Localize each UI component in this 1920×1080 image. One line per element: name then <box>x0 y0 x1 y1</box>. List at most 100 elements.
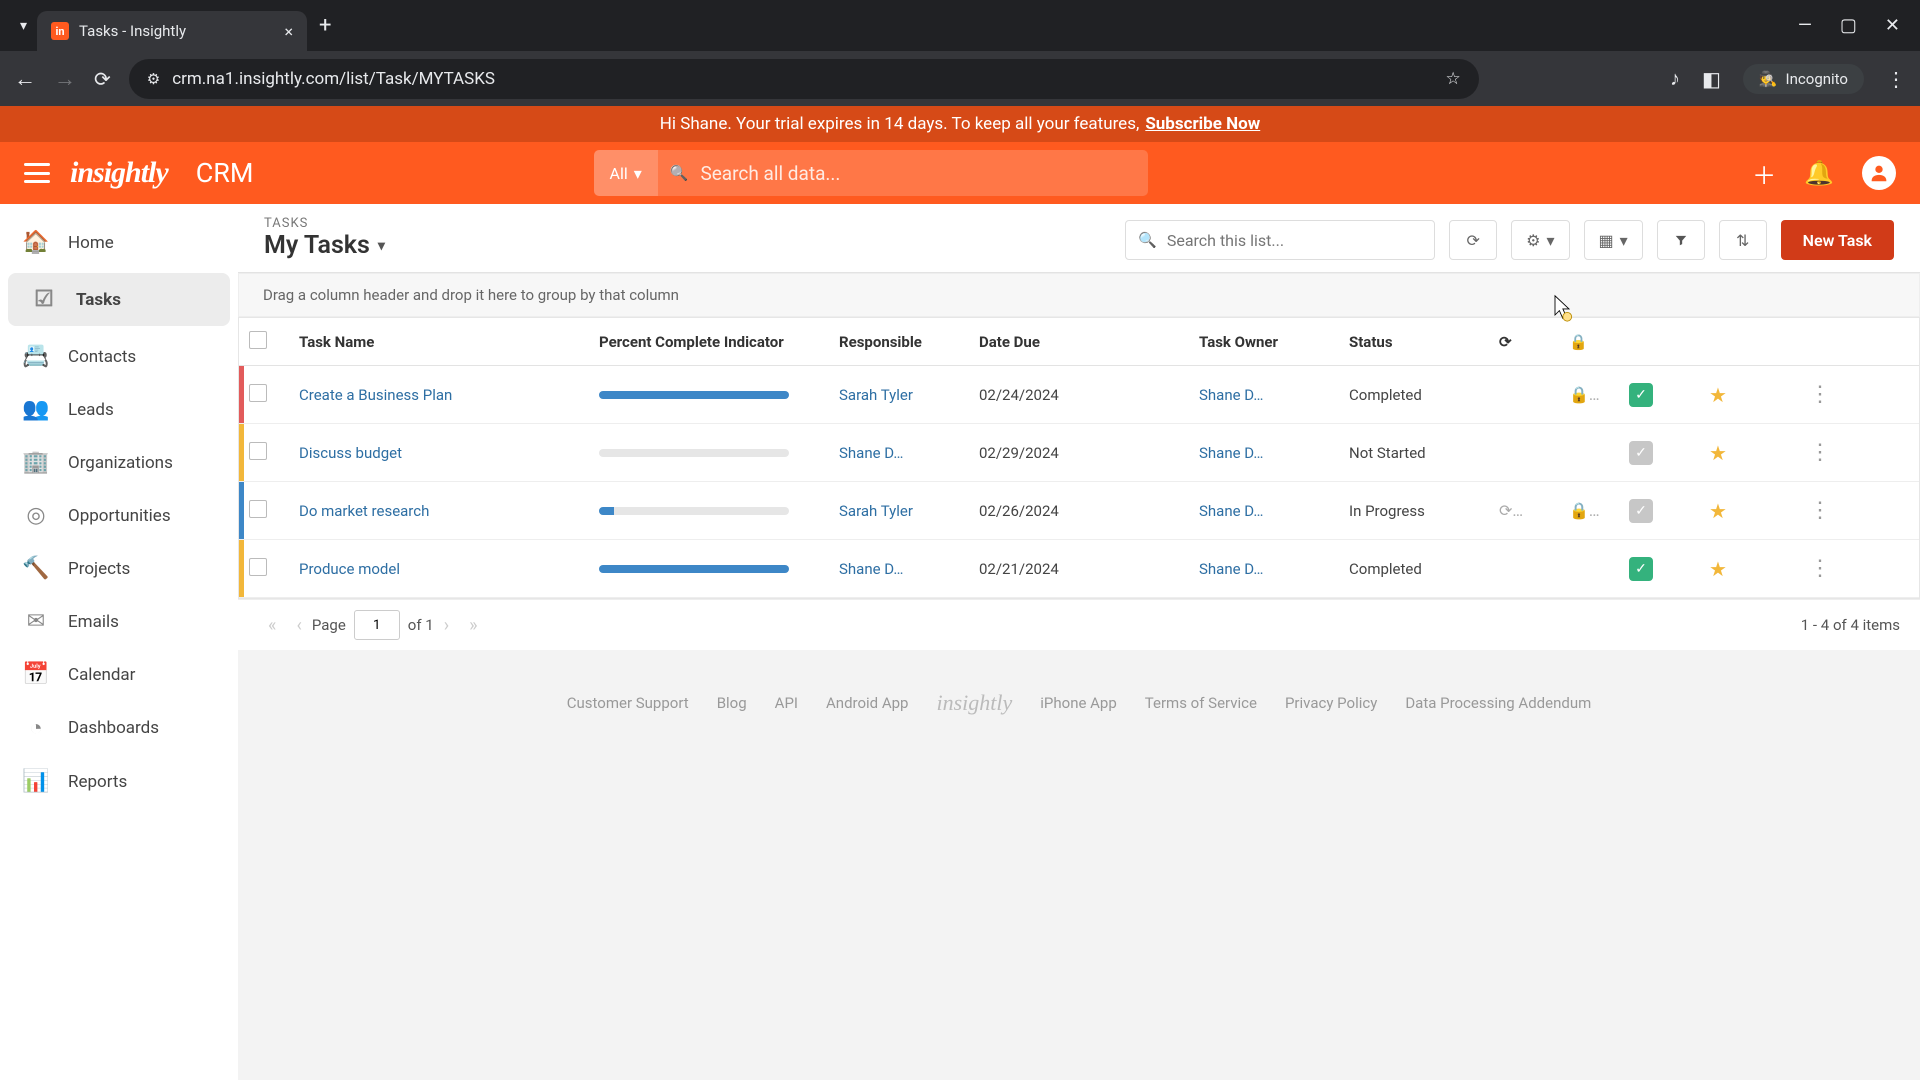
brand-logo[interactable]: insightly <box>70 156 168 190</box>
col-percent[interactable]: Percent Complete Indicator <box>589 333 829 351</box>
subscribe-link[interactable]: Subscribe Now <box>1145 114 1260 134</box>
col-task-owner[interactable]: Task Owner <box>1189 333 1339 351</box>
responsible-link[interactable]: Sarah Tyler <box>839 502 913 520</box>
footer-link[interactable]: Privacy Policy <box>1285 694 1377 712</box>
sidebar-item-calendar[interactable]: 📅Calendar <box>0 648 238 701</box>
sidebar-item-leads[interactable]: 👥Leads <box>0 383 238 436</box>
footer-link[interactable]: Terms of Service <box>1145 694 1257 712</box>
table-row[interactable]: Create a Business Plan Sarah Tyler 02/24… <box>239 366 1919 424</box>
add-button[interactable]: ＋ <box>1752 156 1776 191</box>
new-tab-button[interactable]: + <box>319 13 331 38</box>
global-search-input[interactable] <box>688 150 1148 196</box>
page-title[interactable]: My Tasks ▾ <box>264 231 385 260</box>
pager-next[interactable]: › <box>434 615 459 636</box>
browser-menu-icon[interactable]: ⋮ <box>1886 67 1906 91</box>
row-menu-icon[interactable]: ⋮ <box>1809 440 1831 465</box>
sidebar-item-contacts[interactable]: 📇Contacts <box>0 330 238 383</box>
pager-last[interactable]: » <box>459 615 487 636</box>
table-row[interactable]: Do market research Sarah Tyler 02/26/202… <box>239 482 1919 540</box>
new-task-button[interactable]: New Task <box>1781 220 1894 260</box>
footer-link[interactable]: Android App <box>826 694 908 712</box>
table-row[interactable]: Produce model Shane D… 02/21/2024 Shane … <box>239 540 1919 598</box>
window-maximize-icon[interactable]: ▢ <box>1840 15 1857 36</box>
address-bar[interactable]: ⚙ crm.na1.insightly.com/list/Task/MYTASK… <box>129 59 1479 99</box>
incognito-badge[interactable]: 🕵 Incognito <box>1743 64 1864 94</box>
row-menu-icon[interactable]: ⋮ <box>1809 382 1831 407</box>
select-all-checkbox[interactable] <box>249 331 267 349</box>
footer-link[interactable]: API <box>775 694 798 712</box>
responsible-link[interactable]: Shane D… <box>839 444 903 462</box>
sort-button[interactable]: ⇅ <box>1719 220 1767 260</box>
complete-toggle[interactable]: ✓ <box>1629 383 1653 407</box>
row-checkbox[interactable] <box>249 442 267 460</box>
settings-button[interactable]: ⚙ ▾ <box>1511 220 1569 260</box>
owner-link[interactable]: Shane D… <box>1199 560 1263 578</box>
site-settings-icon[interactable]: ⚙ <box>147 70 160 88</box>
task-name-link[interactable]: Do market research <box>299 502 429 520</box>
owner-link[interactable]: Shane D… <box>1199 502 1263 520</box>
search-scope-dropdown[interactable]: All ▾ <box>594 150 658 196</box>
star-icon[interactable]: ★ <box>1709 557 1727 581</box>
pager-first[interactable]: « <box>258 615 286 636</box>
notifications-icon[interactable]: 🔔 <box>1804 159 1834 187</box>
task-name-link[interactable]: Discuss budget <box>299 444 402 462</box>
sidepanel-icon[interactable]: ◧ <box>1702 67 1721 91</box>
back-button[interactable]: ← <box>14 66 36 92</box>
sidebar-item-organizations[interactable]: 🏢Organizations <box>0 436 238 489</box>
media-control-icon[interactable]: ♪ <box>1670 66 1680 91</box>
col-status[interactable]: Status <box>1339 333 1489 351</box>
owner-link[interactable]: Shane D… <box>1199 386 1263 404</box>
footer-link[interactable]: iPhone App <box>1040 694 1117 712</box>
pager-page-input[interactable] <box>354 610 400 640</box>
owner-link[interactable]: Shane D… <box>1199 444 1263 462</box>
row-checkbox[interactable] <box>249 500 267 518</box>
close-tab-icon[interactable]: × <box>284 22 293 41</box>
refresh-button[interactable]: ⟳ <box>1449 220 1497 260</box>
sidebar-item-opportunities[interactable]: ◎Opportunities <box>0 489 238 542</box>
row-checkbox[interactable] <box>249 384 267 402</box>
window-close-icon[interactable]: ✕ <box>1885 15 1900 36</box>
sidebar-item-projects[interactable]: 🔨Projects <box>0 542 238 595</box>
row-menu-icon[interactable]: ⋮ <box>1809 556 1831 581</box>
task-name-link[interactable]: Create a Business Plan <box>299 386 452 404</box>
complete-toggle[interactable]: ✓ <box>1629 499 1653 523</box>
col-visibility-icon[interactable]: 🔒 <box>1559 333 1619 351</box>
pager-prev[interactable]: ‹ <box>286 615 311 636</box>
col-date-due[interactable]: Date Due <box>969 333 1189 351</box>
complete-toggle[interactable]: ✓ <box>1629 441 1653 465</box>
user-avatar[interactable] <box>1862 156 1896 190</box>
responsible-link[interactable]: Sarah Tyler <box>839 386 913 404</box>
table-row[interactable]: Discuss budget Shane D… 02/29/2024 Shane… <box>239 424 1919 482</box>
footer-link[interactable]: Data Processing Addendum <box>1405 694 1591 712</box>
footer-link[interactable]: Customer Support <box>567 694 689 712</box>
star-icon[interactable]: ★ <box>1709 441 1727 465</box>
tab-list-dropdown[interactable]: ▾ <box>10 18 37 34</box>
bookmark-icon[interactable]: ☆ <box>1446 69 1461 89</box>
sidebar-item-dashboards[interactable]: ◔Dashboards <box>0 701 238 755</box>
responsible-link[interactable]: Shane D… <box>839 560 903 578</box>
window-minimize-icon[interactable]: — <box>1798 15 1812 36</box>
row-accent <box>239 424 244 481</box>
list-search-input[interactable] <box>1167 231 1422 250</box>
browser-tab[interactable]: in Tasks - Insightly × <box>37 11 307 51</box>
row-checkbox[interactable] <box>249 558 267 576</box>
row-menu-icon[interactable]: ⋮ <box>1809 498 1831 523</box>
star-icon[interactable]: ★ <box>1709 383 1727 407</box>
reload-button[interactable]: ⟳ <box>94 67 111 91</box>
complete-toggle[interactable]: ✓ <box>1629 557 1653 581</box>
filter-button[interactable] <box>1657 220 1705 260</box>
sidebar-item-emails[interactable]: ✉Emails <box>0 595 238 648</box>
task-name-link[interactable]: Produce model <box>299 560 400 578</box>
star-icon[interactable]: ★ <box>1709 499 1727 523</box>
sidebar-item-reports[interactable]: 📊Reports <box>0 755 238 808</box>
grouping-dropzone[interactable]: Drag a column header and drop it here to… <box>238 273 1920 317</box>
col-recurring-icon[interactable]: ⟳ <box>1489 333 1559 351</box>
footer-link[interactable]: Blog <box>717 694 747 712</box>
col-task-name[interactable]: Task Name <box>289 333 589 351</box>
menu-toggle-button[interactable] <box>24 163 50 183</box>
col-responsible[interactable]: Responsible <box>829 333 969 351</box>
sidebar-item-tasks[interactable]: ☑Tasks <box>8 273 230 326</box>
sidebar-item-home[interactable]: 🏠Home <box>0 216 238 269</box>
forward-button[interactable]: → <box>54 66 76 92</box>
view-toggle-button[interactable]: ▦ ▾ <box>1584 220 1643 260</box>
